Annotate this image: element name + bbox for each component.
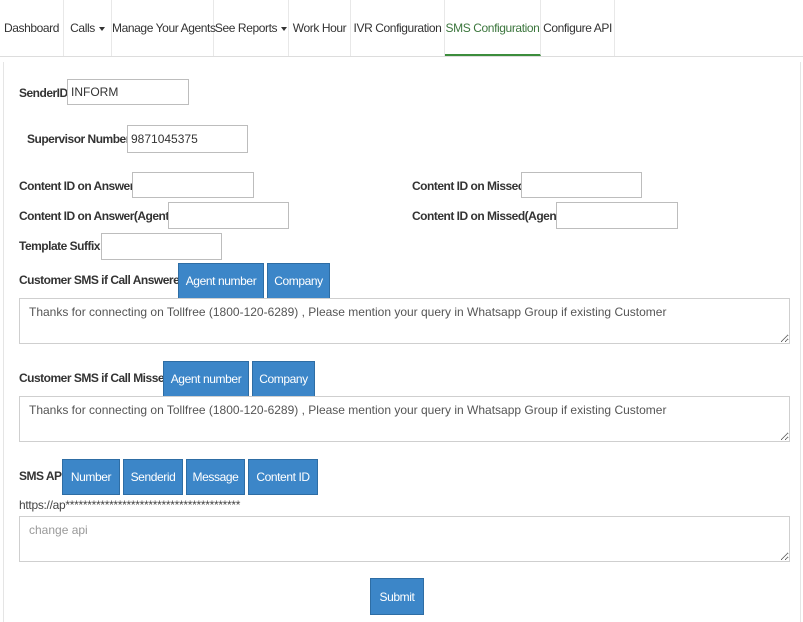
- content-id-answer-agent-input[interactable]: [168, 202, 289, 229]
- content-id-missed-agent-label: Content ID on Missed(Agent): [412, 209, 564, 223]
- caret-down-icon: [281, 26, 288, 31]
- tab-label: Dashboard: [3, 21, 60, 35]
- customer-sms-answered-label: Customer SMS if Call Answered: [19, 273, 187, 287]
- tab-manage-agents[interactable]: Manage Your Agents: [112, 0, 216, 56]
- tab-see-reports[interactable]: See Reports: [214, 0, 289, 56]
- tab-calls[interactable]: Calls: [64, 0, 112, 56]
- tab-label: IVR Configuration: [353, 21, 442, 35]
- supervisor-number-input[interactable]: [127, 125, 248, 153]
- tab-ivr-configuration[interactable]: IVR Configuration: [351, 0, 445, 56]
- masked-api-url: https://ap******************************…: [19, 498, 241, 512]
- api-message-button[interactable]: Message: [186, 459, 245, 495]
- template-suffix-input[interactable]: [101, 233, 222, 260]
- caret-down-icon: [98, 26, 105, 31]
- api-content-id-button[interactable]: Content ID: [248, 459, 318, 495]
- customer-sms-missed-label: Customer SMS if Call Missed: [19, 371, 171, 385]
- tab-label: Work Hour: [292, 21, 347, 35]
- tab-work-hour[interactable]: Work Hour: [289, 0, 351, 56]
- missed-agent-number-button[interactable]: Agent number: [163, 361, 249, 397]
- submit-button[interactable]: Submit: [370, 578, 424, 615]
- customer-sms-answered-textarea[interactable]: Thanks for connecting on Tollfree (1800-…: [19, 298, 790, 344]
- template-suffix-label: Template Suffix: [19, 239, 100, 253]
- content-id-answer-agent-label: Content ID on Answer(Agent): [19, 209, 173, 223]
- content-id-missed-label: Content ID on Missed: [412, 179, 525, 193]
- tab-dashboard[interactable]: Dashboard: [0, 0, 64, 56]
- api-senderid-button[interactable]: Senderid: [123, 459, 183, 495]
- content-id-answer-input[interactable]: [132, 172, 254, 198]
- content-id-missed-input[interactable]: [521, 172, 642, 198]
- top-nav: Dashboard Calls Manage Your Agents See R…: [0, 0, 803, 57]
- tab-configure-api[interactable]: Configure API: [541, 0, 615, 56]
- sender-id-input[interactable]: [67, 79, 189, 105]
- sms-api-label: SMS API: [19, 469, 65, 483]
- api-number-button[interactable]: Number: [62, 459, 120, 495]
- tab-sms-configuration[interactable]: SMS Configuration: [445, 0, 541, 56]
- tab-label: Calls: [70, 21, 95, 35]
- answered-agent-number-button[interactable]: Agent number: [178, 263, 264, 299]
- answered-company-button[interactable]: Company: [267, 263, 330, 299]
- tab-label: Manage Your Agents: [112, 21, 216, 35]
- missed-company-button[interactable]: Company: [252, 361, 315, 397]
- supervisor-number-label: Supervisor Number: [27, 132, 130, 146]
- tab-label: See Reports: [214, 21, 278, 35]
- content-id-missed-agent-input[interactable]: [556, 202, 678, 229]
- tab-label: SMS Configuration: [445, 21, 540, 35]
- tab-label: Configure API: [543, 21, 612, 35]
- sender-id-label: SenderID: [19, 86, 68, 100]
- content-id-answer-label: Content ID on Answer: [19, 179, 134, 193]
- change-api-textarea[interactable]: [19, 516, 790, 562]
- customer-sms-missed-textarea[interactable]: Thanks for connecting on Tollfree (1800-…: [19, 396, 790, 442]
